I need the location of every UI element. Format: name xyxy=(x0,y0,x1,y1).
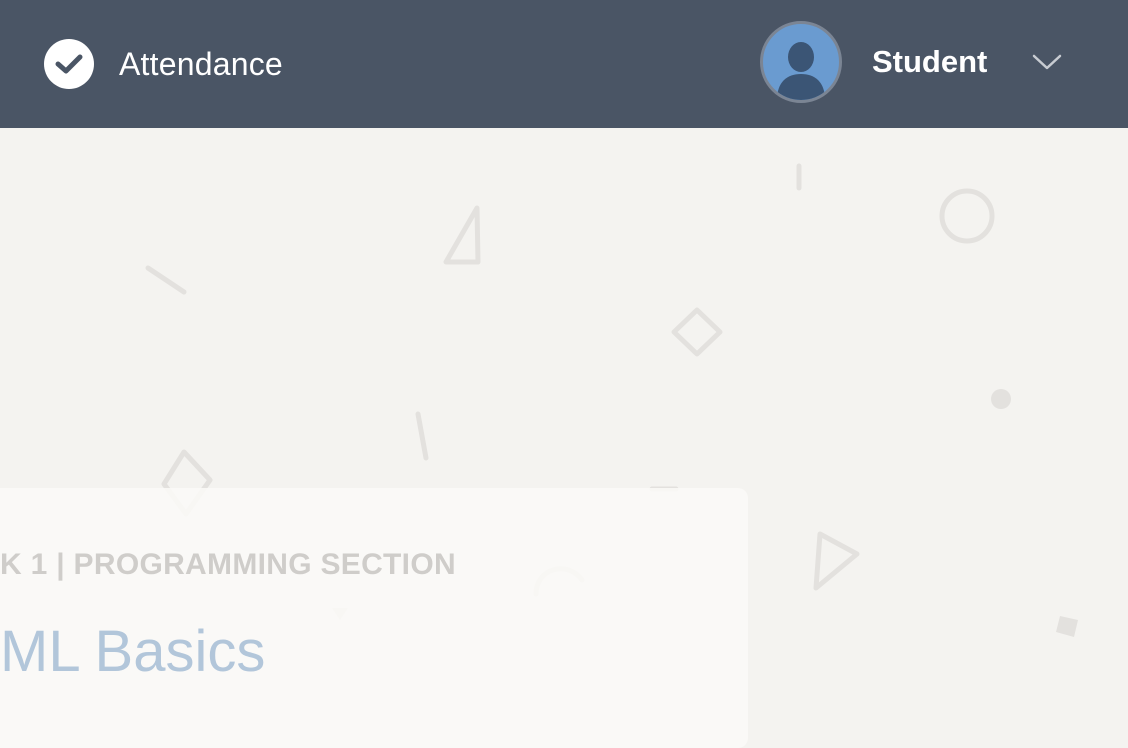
decorative-triangle xyxy=(813,531,860,591)
decorative-diamond xyxy=(671,307,723,357)
decorative-triangle xyxy=(443,205,481,265)
user-name: Student xyxy=(872,44,988,79)
top-header: Attendance Student xyxy=(0,0,1128,128)
decorative-dot xyxy=(991,389,1011,409)
person-silhouette-icon xyxy=(777,42,825,100)
decorative-circle xyxy=(939,188,995,244)
check-circle-icon xyxy=(44,39,94,89)
app-brand[interactable]: Attendance xyxy=(44,39,283,89)
card-title[interactable]: ML Basics xyxy=(0,618,265,685)
decorative-square xyxy=(1056,616,1078,637)
avatar[interactable] xyxy=(760,21,842,103)
app-title: Attendance xyxy=(119,45,283,82)
decorative-dash xyxy=(415,411,429,461)
user-menu-area[interactable]: Student xyxy=(760,18,1065,106)
card-section-label: K 1 | PROGRAMMING SECTION xyxy=(0,548,456,581)
user-menu-button[interactable] xyxy=(1029,44,1065,80)
decorative-dash xyxy=(145,265,187,295)
chevron-down-icon xyxy=(1033,54,1062,70)
